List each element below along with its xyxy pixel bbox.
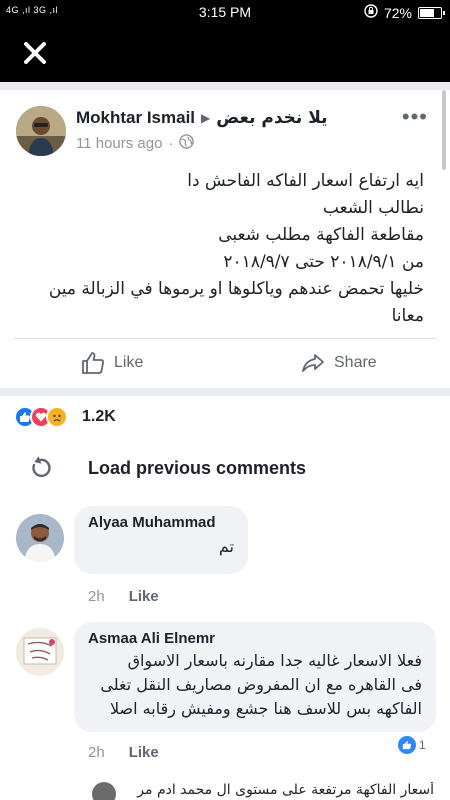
- post-text-line: مقاطعة الفاكهة مطلب شعبى: [218, 225, 424, 245]
- share-label: Share: [334, 354, 377, 371]
- battery-icon: [418, 6, 445, 19]
- post-text-line: خليها تحمض عندهم وياكلوها او يرموها في ا…: [48, 279, 424, 299]
- reaction-icons: [14, 406, 68, 428]
- post-text-line: معانا: [391, 306, 424, 326]
- commenter-avatar[interactable]: [16, 514, 64, 562]
- refresh-icon: [32, 456, 51, 478]
- comment-reactions[interactable]: 1: [398, 736, 426, 754]
- comment-reaction-count: 1: [419, 738, 426, 752]
- post-text-line: ايه ارتفاع اسعار الفاكه الفاحش دا: [187, 171, 424, 191]
- author-line: Mokhtar Ismail ▶ يلا نخدم بعض: [76, 108, 328, 128]
- close-icon: [24, 42, 46, 64]
- comment-text-line: فى القاهره مع ان المفروض مصاريف النقل تغ…: [100, 675, 422, 694]
- comment-text-line: الفاكهه بس للاسف هنا جشع ومفيش رقابه اصل…: [110, 699, 422, 718]
- post-time[interactable]: 11 hours ago: [76, 135, 162, 152]
- partial-comment-text: أسعار الفاكهة مرتفعة على مستوى ال محمد ا…: [137, 782, 434, 798]
- top-bar: [0, 24, 450, 82]
- post-text-line: من ٢٠١٨/٩/١ حتى ٢٠١٨/٩/٧: [223, 252, 424, 272]
- group-name[interactable]: يلا نخدم بعض: [216, 108, 327, 128]
- comment-like-link[interactable]: Like: [129, 744, 159, 761]
- comment-bubble[interactable]: Alyaa Muhammad تم: [74, 506, 248, 574]
- post-meta: 11 hours ago ·: [76, 134, 195, 153]
- post-text: ايه ارتفاع اسعار الفاكه الفاحش دا نطالب …: [14, 168, 424, 330]
- partial-comment: أسعار الفاكهة مرتفعة على مستوى ال محمد ا…: [0, 780, 450, 800]
- arrow-right-icon: ▶: [201, 111, 211, 125]
- more-options-button[interactable]: •••: [402, 104, 428, 130]
- thumbs-up-icon: [82, 352, 104, 374]
- author-avatar[interactable]: [16, 106, 66, 156]
- comment-meta: 2h Like: [88, 744, 159, 761]
- divider: [14, 338, 436, 339]
- status-right: 72%: [364, 4, 445, 21]
- comment-time: 2h: [88, 588, 105, 605]
- comment-text-line: فعلا الاسعار غاليه جدا مقارنه باسعار الا…: [127, 651, 422, 670]
- like-reaction-icon: [398, 736, 416, 754]
- commenter-name[interactable]: Alyaa Muhammad: [88, 514, 234, 531]
- commenter-name[interactable]: Asmaa Ali Elnemr: [88, 630, 422, 647]
- comment-time: 2h: [88, 744, 105, 761]
- rotation-lock-icon: [364, 4, 378, 21]
- share-arrow-icon: [302, 354, 324, 372]
- post-header: Mokhtar Ismail ▶ يلا نخدم بعض 11 hours a…: [0, 98, 450, 168]
- commenter-avatar[interactable]: [16, 628, 64, 676]
- post-actions: Like Share: [0, 342, 450, 388]
- comment-meta: 2h Like: [88, 588, 159, 605]
- comments-section: Load previous comments Alyaa Muhammad تم…: [0, 440, 450, 800]
- separator-dot: ·: [168, 135, 174, 152]
- top-bar-separator: [0, 82, 450, 90]
- close-button[interactable]: [18, 36, 52, 70]
- post-text-line: نطالب الشعب: [322, 198, 424, 218]
- share-button[interactable]: Share: [300, 350, 377, 376]
- reaction-count: 1.2K: [82, 408, 116, 425]
- comment-bubble[interactable]: Asmaa Ali Elnemr فعلا الاسعار غاليه جدا …: [74, 622, 436, 732]
- author-name[interactable]: Mokhtar Ismail: [76, 108, 195, 128]
- comment-text: تم: [218, 537, 234, 556]
- reactions-summary[interactable]: 1.2K: [0, 396, 450, 440]
- section-separator: [0, 388, 450, 396]
- load-previous-comments-button[interactable]: Load previous comments: [0, 450, 450, 490]
- battery-percent: 72%: [383, 4, 412, 21]
- globe-icon: [179, 134, 195, 153]
- commenter-avatar[interactable]: [92, 782, 116, 800]
- like-label: Like: [114, 354, 144, 371]
- status-bar: 4G ,ıl 3G ,ıl 3:15 PM 72%: [0, 0, 450, 24]
- sad-reaction-icon: [46, 406, 68, 428]
- load-previous-label: Load previous comments: [88, 458, 307, 478]
- like-button[interactable]: Like: [80, 350, 143, 376]
- comment-like-link[interactable]: Like: [129, 588, 159, 605]
